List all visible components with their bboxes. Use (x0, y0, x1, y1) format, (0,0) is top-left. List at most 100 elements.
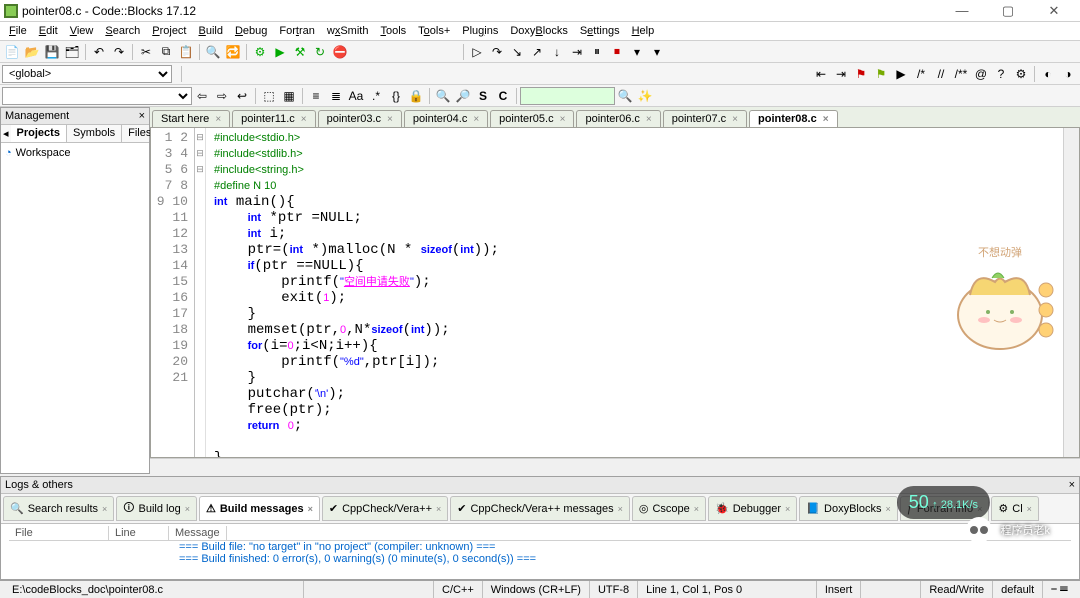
tab-scroll-left-icon[interactable]: ◂ (1, 125, 11, 142)
close-tab-icon[interactable]: × (618, 504, 623, 514)
fortran2-icon[interactable]: ◑ (1059, 65, 1077, 83)
highlight-icon[interactable]: ✨ (636, 87, 654, 105)
vertical-scrollbar[interactable] (1063, 128, 1079, 457)
log-tab-cppcheck-vera-[interactable]: ✔CppCheck/Vera++× (322, 496, 448, 521)
menu-tools[interactable]: Tools (375, 23, 411, 39)
log-tab-debugger[interactable]: 🐞Debugger× (708, 496, 797, 521)
debug-run-icon[interactable]: ▷ (468, 43, 486, 61)
zoom-out-icon[interactable]: 🔍 (434, 87, 452, 105)
bookmark-prev-icon[interactable]: ⇤ (812, 65, 830, 83)
close-tab-icon[interactable]: × (785, 504, 790, 514)
close-tab-icon[interactable]: × (185, 504, 190, 514)
log-tab-cscope[interactable]: ◎Cscope× (632, 496, 706, 521)
status-lang[interactable]: C/C++ (434, 581, 483, 598)
close-tab-icon[interactable]: × (732, 114, 738, 125)
close-tab-icon[interactable]: × (646, 114, 652, 125)
file-tab-pointer04-c[interactable]: pointer04.c× (404, 110, 488, 127)
horizontal-scrollbar[interactable] (150, 458, 1080, 474)
save-all-icon[interactable]: 🗂 (63, 43, 81, 61)
doxy-html-icon[interactable]: @ (972, 65, 990, 83)
paste-icon[interactable]: 📋 (177, 43, 195, 61)
status-insert[interactable]: Insert (817, 581, 862, 598)
blocks-icon[interactable]: ▦ (280, 87, 298, 105)
menu-project[interactable]: Project (147, 23, 191, 39)
menu-search[interactable]: Search (100, 23, 145, 39)
lock-icon[interactable]: 🔒 (407, 87, 425, 105)
next-line-icon[interactable]: ↓ (548, 43, 566, 61)
close-tab-icon[interactable]: × (102, 504, 107, 514)
fwd-icon[interactable]: ⇨ (213, 87, 231, 105)
status-profile[interactable]: default (993, 581, 1043, 598)
find-icon[interactable]: 🔍 (204, 43, 222, 61)
break-icon[interactable]: ⏸ (588, 43, 606, 61)
close-tab-icon[interactable]: × (473, 114, 479, 125)
menu-wxsmith[interactable]: wxSmith (322, 23, 374, 39)
ab-icon[interactable]: Aa (347, 87, 365, 105)
close-tab-icon[interactable]: × (560, 114, 566, 125)
menu-help[interactable]: Help (627, 23, 660, 39)
log-tab-build-messages[interactable]: ⚠Build messages× (199, 496, 320, 521)
menu-edit[interactable]: Edit (34, 23, 63, 39)
tab-projects[interactable]: Projects (11, 125, 67, 142)
file-tab-pointer05-c[interactable]: pointer05.c× (490, 110, 574, 127)
select-icon[interactable]: ⬚ (260, 87, 278, 105)
close-tab-icon[interactable]: × (215, 114, 221, 125)
save-icon[interactable]: 💾 (43, 43, 61, 61)
doxy-blk-icon[interactable]: /* (912, 65, 930, 83)
doxy-run-icon[interactable]: ▶ (892, 65, 910, 83)
debug-windows-icon[interactable]: ▾ (628, 43, 646, 61)
step-over-icon[interactable]: ↷ (488, 43, 506, 61)
step-into-icon[interactable]: ↘ (508, 43, 526, 61)
menu-plugins[interactable]: Plugins (457, 23, 503, 39)
s-icon[interactable]: S (474, 87, 492, 105)
log-row[interactable]: === Build file: "no target" in "no proje… (9, 541, 1071, 553)
log-tab-search-results[interactable]: 🔍Search results× (3, 496, 114, 521)
close-tab-icon[interactable]: × (694, 504, 699, 514)
close-button[interactable]: ✕ (1040, 3, 1068, 19)
status-encoding[interactable]: UTF-8 (590, 581, 638, 598)
col-file[interactable]: File (9, 526, 109, 540)
close-tab-icon[interactable]: × (977, 504, 982, 514)
diff2-icon[interactable]: ≣ (327, 87, 345, 105)
workspace-item[interactable]: ◔ Workspace (5, 147, 145, 159)
close-tab-icon[interactable]: × (387, 114, 393, 125)
close-tab-icon[interactable]: × (823, 114, 829, 125)
log-tab-fortran-info[interactable]: ƒFortran info× (900, 496, 990, 521)
doxy-cfg-icon[interactable]: ⚙ (1012, 65, 1030, 83)
log-tab-cppcheck-vera-messages[interactable]: ✔CppCheck/Vera++ messages× (450, 496, 630, 521)
menu-build[interactable]: Build (194, 23, 228, 39)
step-out-icon[interactable]: ↗ (528, 43, 546, 61)
file-tab-pointer08-c[interactable]: pointer08.c× (749, 110, 838, 127)
search-go-icon[interactable]: 🔍 (616, 87, 634, 105)
menu-view[interactable]: View (65, 23, 99, 39)
doxy-line-icon[interactable]: // (932, 65, 950, 83)
stop-debug-icon[interactable]: ⏹ (608, 43, 626, 61)
close-tab-icon[interactable]: × (308, 504, 313, 514)
last-jump-icon[interactable]: ↩ (233, 87, 251, 105)
code-editor[interactable]: #include<stdio.h> #include<stdlib.h> #in… (206, 128, 1063, 457)
build-run-icon[interactable]: ⚒ (291, 43, 309, 61)
new-file-icon[interactable]: 📄 (3, 43, 21, 61)
file-tab-pointer06-c[interactable]: pointer06.c× (576, 110, 660, 127)
info-icon[interactable]: ▾ (648, 43, 666, 61)
menu-debug[interactable]: Debug (230, 23, 272, 39)
log-tab-build-log[interactable]: 🛈Build log× (116, 496, 197, 521)
menu-file[interactable]: File (4, 23, 32, 39)
file-tab-pointer07-c[interactable]: pointer07.c× (663, 110, 747, 127)
back-icon[interactable]: ⇦ (193, 87, 211, 105)
close-tab-icon[interactable]: × (1027, 504, 1032, 514)
log-row[interactable]: === Build finished: 0 error(s), 0 warnin… (9, 553, 1071, 565)
open-icon[interactable]: 📂 (23, 43, 41, 61)
file-tab-pointer03-c[interactable]: pointer03.c× (318, 110, 402, 127)
flag-red-icon[interactable]: ⚑ (852, 65, 870, 83)
menu-doxyblocks[interactable]: DoxyBlocks (505, 23, 572, 39)
run-icon[interactable]: ▶ (271, 43, 289, 61)
abort-icon[interactable]: ⛔ (331, 43, 349, 61)
close-tab-icon[interactable]: × (301, 114, 307, 125)
scope-combo[interactable] (2, 87, 192, 105)
replace-icon[interactable]: 🔁 (224, 43, 242, 61)
menu-fortran[interactable]: Fortran (274, 23, 319, 39)
diff-icon[interactable]: ≡ (307, 87, 325, 105)
flag-green-icon[interactable]: ⚑ (872, 65, 890, 83)
undo-icon[interactable]: ↶ (90, 43, 108, 61)
